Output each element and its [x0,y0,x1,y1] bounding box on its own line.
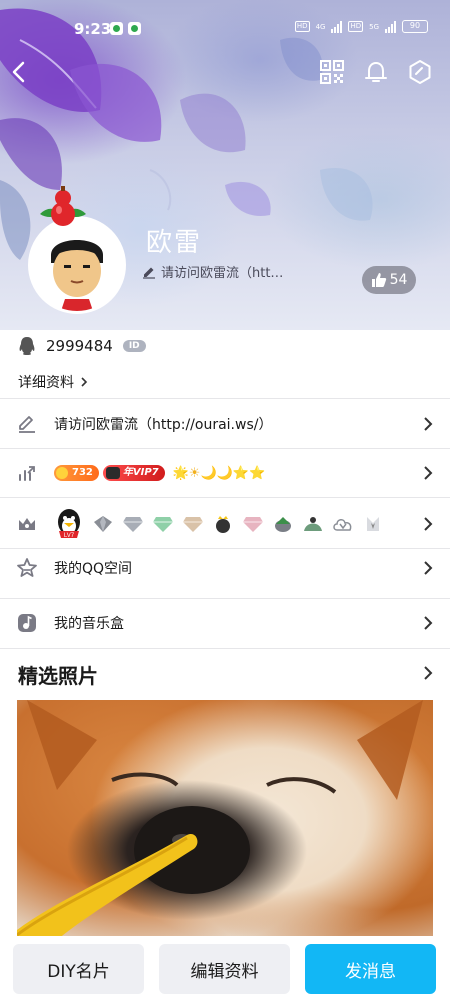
featured-photos-title: 精选照片 [18,664,98,688]
crown-icon [19,518,35,530]
featured-photo-shiba[interactable] [17,700,433,940]
vip-badges: 732 年VIP7 🌟☀🌙🌙⭐⭐ [54,465,265,481]
chevron-right-icon [81,377,88,387]
signature-preview[interactable]: 请访问欧雷流（htt… [142,262,292,281]
qq-number: 2999484 [46,337,113,355]
divider [0,648,450,649]
penguin-hat-badge [275,517,291,532]
chevron-right-icon [424,616,433,630]
qq-penguin-level-badge: LV7 [58,509,80,539]
chevron-right-icon [424,417,433,431]
hd-badge-2: HD [348,21,364,32]
bottom-action-bar: DIY名片 编辑资料 发消息 [0,936,450,1000]
level-chart-icon [19,466,35,481]
nickname: 欧雷 [146,228,203,258]
detail-info-label: 详细资料 [18,375,74,391]
signal-icon [331,20,343,33]
avatar[interactable] [28,216,126,314]
green-hill-badge [304,517,322,531]
level-value-badge: 732 [54,465,99,481]
music-icon [18,614,36,632]
badges-row[interactable]: LV7 [0,498,450,550]
edit-profile-button[interactable]: 编辑资料 [159,944,290,994]
signature-preview-text: 请访问欧雷流（htt… [161,266,284,281]
thumbs-up-icon [371,273,386,287]
status-indicators: HD 4G HD 5G 90 [294,20,428,33]
status-bar: 9:23 HD 4G HD 5G 90 [0,0,450,44]
network-4g-label: 4G [315,22,326,31]
music-box-row[interactable]: 我的音乐盒 [0,599,450,647]
music-box-label: 我的音乐盒 [54,616,124,632]
chevron-right-icon [424,517,433,531]
svg-text:LV7: LV7 [64,533,75,539]
back-arrow-icon [12,61,25,83]
send-message-button[interactable]: 发消息 [305,944,436,994]
level-icons: 🌟☀🌙🌙⭐⭐ [172,465,266,481]
like-button[interactable]: 54 [362,266,416,294]
green-diamond-badge [153,517,173,532]
settings-button[interactable] [406,58,434,86]
beige-diamond-badge [183,517,203,532]
hd-badge: HD [294,21,310,32]
diy-card-button[interactable]: DIY名片 [13,944,144,994]
hexagon-settings-icon [409,60,431,84]
badge-list: LV7 [54,506,384,542]
divider [0,398,450,399]
shiba-dog-photo [17,700,423,940]
network-5g-label: 5G [369,22,379,31]
star-icon [17,558,37,577]
chevron-right-icon [424,466,433,480]
detail-info-link[interactable]: 详细资料 [18,372,88,392]
vip-level-row[interactable]: 732 年VIP7 🌟☀🌙🌙⭐⭐ [0,449,450,497]
annual-vip-badge: 年VIP7 [102,465,165,481]
gray-diamond-badge [94,516,112,532]
status-time: 9:23 [74,20,112,38]
gourd-pendant-icon [38,184,88,230]
chevron-right-icon [424,561,433,575]
signal-icon-2 [385,20,396,33]
tuxedo-badge [367,517,379,531]
edit-pencil-icon [19,416,35,433]
qr-code-button[interactable] [318,58,346,86]
chevron-right-icon[interactable] [422,665,434,681]
qq-penguin-icon [19,337,35,355]
id-badge: ID [122,340,146,352]
cloud-v-badge [333,519,352,531]
battery-icon: 90 [402,20,428,33]
penguin-crown-badge [216,516,230,533]
bell-icon [365,62,387,82]
like-count: 54 [389,272,408,288]
qzone-row[interactable]: 我的QQ空间 [0,544,450,592]
silver-diamond-badge [123,517,143,532]
wechat-notification-icon [110,22,123,35]
back-button[interactable] [6,58,34,86]
qzone-label: 我的QQ空间 [54,561,133,577]
notification-button[interactable] [362,58,390,86]
qq-number-row: 2999484 ID [18,336,146,356]
qr-code-icon [320,60,344,84]
app-notification-icon [128,22,141,35]
signature-full-text: 请访问欧雷流（http://ourai.ws/） [54,417,273,433]
pink-diamond-badge [243,517,263,532]
pencil-icon [143,267,155,279]
signature-row[interactable]: 请访问欧雷流（http://ourai.ws/） [0,400,450,448]
cartoon-avatar-image [31,219,123,311]
